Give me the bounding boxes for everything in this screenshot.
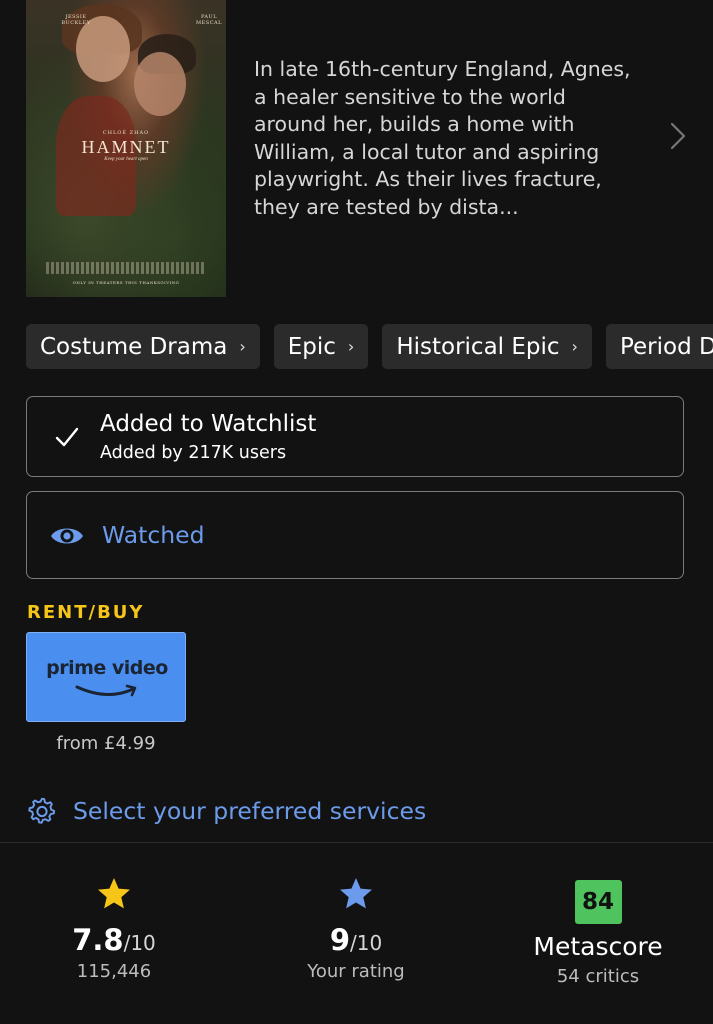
checkmark-icon	[55, 427, 79, 447]
metascore-label: Metascore	[533, 932, 663, 961]
gear-icon	[28, 797, 56, 824]
user-rating[interactable]: 9/10 Your rating	[256, 876, 456, 982]
synopsis-text[interactable]: In late 16th-century England, Agnes, a h…	[254, 56, 644, 221]
section-divider	[0, 842, 713, 843]
genre-chip-label: Epic	[287, 333, 336, 360]
watchlist-title: Added to Watchlist	[100, 411, 317, 437]
genre-chip-label: Period Drama	[619, 333, 713, 360]
genre-chip[interactable]: Costume Drama ›	[26, 324, 260, 369]
prime-video-provider[interactable]: prime video	[26, 632, 186, 722]
genre-chip[interactable]: Epic ›	[273, 324, 369, 369]
user-score: 9	[329, 923, 350, 957]
prime-smile-icon	[75, 684, 137, 697]
chevron-right-icon: ›	[347, 337, 355, 356]
metascore[interactable]: 84 Metascore 54 critics	[498, 876, 698, 987]
rent-price: from £4.99	[56, 733, 156, 754]
poster-cast-left: JESSIE BUCKLEY	[61, 14, 91, 26]
movie-poster[interactable]: JESSIE BUCKLEY PAUL MESCAL CHLOÉ ZHAO HA…	[26, 0, 226, 297]
chevron-right-icon: ›	[571, 337, 578, 356]
genre-chips: Costume Drama › Epic › Historical Epic ›…	[26, 324, 713, 370]
poster-title: HAMNET	[81, 137, 171, 157]
poster-tagline: Keep your heart open	[104, 157, 148, 162]
poster-director: CHLOÉ ZHAO	[102, 130, 150, 136]
watchlist-button[interactable]: Added to Watchlist Added by 217K users	[26, 396, 684, 477]
genre-chip-label: Costume Drama	[40, 333, 228, 360]
chevron-right-icon[interactable]	[668, 120, 690, 152]
preferred-services-label: Select your preferred services	[73, 797, 427, 825]
star-icon	[340, 878, 372, 909]
poster-release-line: ONLY IN THEATERS THIS THANKSGIVING	[72, 280, 180, 285]
prime-video-logo: prime video	[46, 657, 168, 679]
star-icon	[98, 878, 130, 909]
genre-chip[interactable]: Period Drama ›	[605, 324, 713, 369]
genre-chip[interactable]: Historical Epic ›	[382, 324, 592, 369]
metascore-critics: 54 critics	[556, 966, 640, 987]
user-score-denominator: /10	[350, 931, 383, 955]
eye-icon	[51, 528, 83, 544]
imdb-score: 7.8	[72, 923, 124, 957]
metascore-badge: 84	[574, 880, 622, 924]
watched-label: Watched	[102, 521, 205, 549]
genre-chip-label: Historical Epic	[396, 333, 560, 360]
watchlist-subtitle: Added by 217K users	[100, 443, 287, 463]
imdb-rating[interactable]: 7.8/10 115,446	[14, 876, 214, 982]
imdb-vote-count: 115,446	[76, 961, 152, 982]
imdb-score-denominator: /10	[123, 931, 156, 955]
poster-billing-block	[46, 262, 206, 274]
user-rating-label: Your rating	[307, 961, 405, 982]
rent-buy-heading: RENT/BUY	[27, 602, 145, 623]
watched-button[interactable]: Watched	[26, 491, 684, 579]
chevron-right-icon: ›	[239, 337, 246, 356]
poster-cast-right: PAUL MESCAL	[196, 14, 222, 26]
